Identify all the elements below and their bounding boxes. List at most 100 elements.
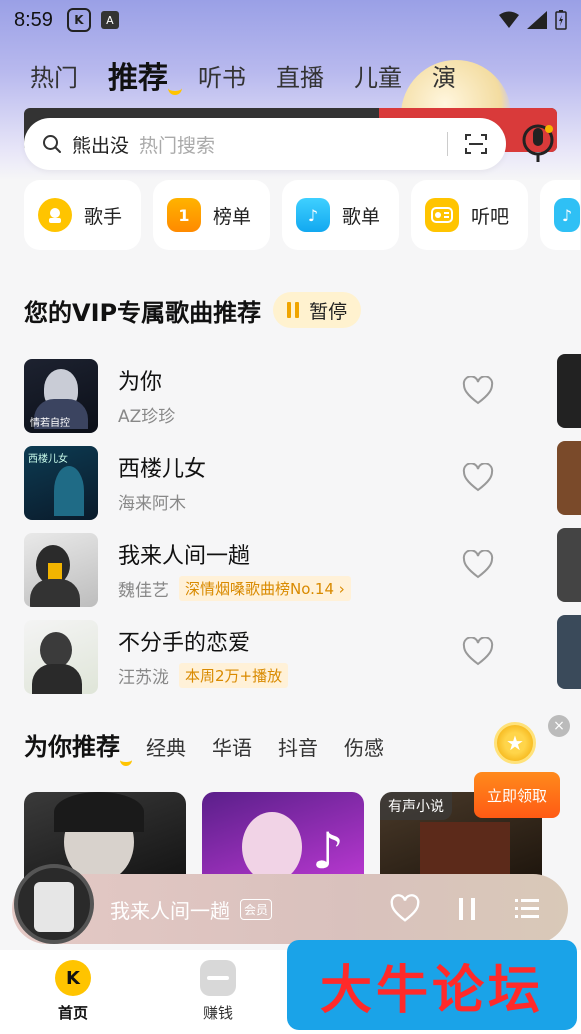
watermark: 大牛论坛 [287, 940, 577, 1030]
tab-recommend-label: 推荐 [108, 61, 168, 96]
tab-kids[interactable]: 儿童 [354, 58, 402, 93]
nav-home-label: 首页 [57, 1004, 88, 1022]
tab-show[interactable]: 演 [432, 58, 456, 93]
status-time: 8:59 [14, 8, 53, 31]
chart-rank-icon: 1 [167, 198, 201, 232]
vip-section-header: 您的VIP专属歌曲推荐 暂停 [24, 292, 362, 328]
star-coin-icon: ★ [494, 722, 536, 764]
heart-icon[interactable] [390, 894, 420, 924]
quick-singer[interactable]: 歌手 [24, 180, 141, 250]
heart-icon[interactable] [462, 376, 494, 406]
play-count-tag: 本周2万+播放 [179, 663, 289, 688]
notification-icon: A [100, 11, 119, 29]
recommend-title-text: 为你推荐 [24, 733, 120, 761]
song-cover[interactable]: 西楼儿女 [24, 445, 98, 520]
singer-icon [38, 198, 72, 232]
quick-chart[interactable]: 1 榜单 [153, 180, 270, 250]
list-item[interactable]: 情若自控 为你 AZ珍珍 [24, 352, 544, 439]
list-item[interactable]: 不分手的恋爱 汪苏泷 本周2万+播放 [24, 613, 544, 700]
search-keyword: 熊出没 [72, 134, 130, 157]
category-sad[interactable]: 伤感 [344, 732, 384, 761]
song-artist: 魏佳艺 [118, 581, 169, 601]
song-cover[interactable] [24, 532, 98, 607]
heart-icon[interactable] [462, 550, 494, 580]
pause-icon [287, 302, 301, 318]
player-song-title: 我来人间一趟 [110, 898, 230, 923]
status-bar: 8:59 K A [0, 0, 581, 40]
recommend-title: 为你推荐 [24, 727, 132, 766]
reward-float[interactable]: ★ 立即领取 [474, 720, 560, 820]
claim-button[interactable]: 立即领取 [474, 772, 560, 818]
list-item[interactable]: 西楼儿女 西楼儿女 海来阿木 [24, 439, 544, 526]
heart-icon[interactable] [462, 463, 494, 493]
quick-radio-label: 听吧 [471, 205, 510, 228]
pause-label: 暂停 [309, 300, 348, 323]
tab-active-indicator [168, 81, 182, 95]
category-douyin[interactable]: 抖音 [278, 732, 318, 761]
voice-search-icon[interactable] [518, 120, 558, 164]
nav-home[interactable]: K 首页 [38, 960, 108, 1023]
quick-playlist-label: 歌单 [342, 205, 381, 228]
top-tabs: 热门 推荐 听书 直播 儿童 演 [0, 50, 581, 100]
search-icon [43, 135, 61, 153]
watermark-text: 大牛论坛 [319, 960, 544, 1021]
song-artist: AZ珍珍 [118, 407, 176, 427]
wallet-icon [200, 960, 236, 996]
recommend-header: 为你推荐 经典 华语 抖音 伤感 [24, 727, 384, 766]
battery-icon [555, 10, 567, 30]
music-note-icon: ♪ [554, 198, 580, 232]
audiobook-badge: 有声小说 [380, 792, 452, 820]
quick-singer-label: 歌手 [84, 205, 123, 228]
song-cover-text: 西楼儿女 [28, 453, 68, 465]
search-bar[interactable]: 熊出没 热门搜索 [24, 118, 506, 170]
vip-song-list: 情若自控 为你 AZ珍珍 西楼儿女 西楼儿女 海来阿木 我来人间一趟 魏佳艺 深… [24, 352, 544, 700]
next-column-cover[interactable] [557, 528, 581, 602]
nav-earn[interactable]: 赚钱 [183, 960, 253, 1023]
song-title: 不分手的恋爱 [118, 631, 251, 656]
playlist-queue-icon[interactable] [512, 894, 542, 924]
quick-playlist[interactable]: ♪ 歌单 [282, 180, 399, 250]
vip-section-title: 您的VIP专属歌曲推荐 [24, 298, 262, 327]
pause-button[interactable]: 暂停 [273, 292, 362, 328]
song-title: 我来人间一趟 [118, 544, 251, 569]
tab-audiobook[interactable]: 听书 [198, 58, 246, 93]
song-artist: 汪苏泷 [118, 668, 169, 688]
pause-icon[interactable] [452, 894, 482, 924]
next-column-cover[interactable] [557, 354, 581, 428]
next-column-cover[interactable] [557, 441, 581, 515]
quick-chart-label: 榜单 [213, 205, 252, 228]
wifi-icon [499, 11, 519, 28]
radio-icon [425, 198, 459, 232]
player-cover[interactable] [14, 864, 94, 944]
song-artist: 海来阿木 [118, 494, 186, 514]
tab-recommend[interactable]: 推荐 [108, 53, 182, 97]
song-title: 西楼儿女 [118, 457, 207, 482]
chart-rank-tag[interactable]: 深情烟嗓歌曲榜No.14 › [179, 576, 351, 601]
category-classic[interactable]: 经典 [146, 732, 186, 761]
next-column-cover[interactable] [557, 615, 581, 689]
title-accent [120, 754, 132, 766]
tab-live[interactable]: 直播 [276, 58, 324, 93]
quick-more[interactable]: ♪ [540, 180, 580, 250]
signal-icon [527, 11, 547, 29]
song-cover[interactable] [24, 619, 98, 694]
close-icon[interactable]: × [548, 715, 570, 737]
song-title: 为你 [118, 370, 163, 395]
search-placeholder: 热门搜索 [139, 134, 216, 157]
kuwo-app-icon: K [66, 8, 91, 32]
song-cover[interactable]: 情若自控 [24, 358, 98, 433]
nav-earn-label: 赚钱 [202, 1004, 233, 1022]
scan-icon[interactable] [464, 132, 488, 156]
heart-icon[interactable] [462, 637, 494, 667]
list-item[interactable]: 我来人间一趟 魏佳艺 深情烟嗓歌曲榜No.14 › [24, 526, 544, 613]
mini-player[interactable]: 我来人间一趟 会员 [12, 864, 568, 944]
vip-badge: 会员 [240, 898, 273, 920]
search-divider [447, 132, 448, 156]
home-icon: K [55, 960, 91, 996]
tab-hot[interactable]: 热门 [30, 58, 78, 93]
playlist-icon: ♪ [296, 198, 330, 232]
quick-entries: 歌手 1 榜单 ♪ 歌单 听吧 ♪ [24, 180, 580, 250]
quick-radio[interactable]: 听吧 [411, 180, 528, 250]
category-chinese[interactable]: 华语 [212, 732, 252, 761]
song-cover-text: 情若自控 [30, 417, 70, 429]
